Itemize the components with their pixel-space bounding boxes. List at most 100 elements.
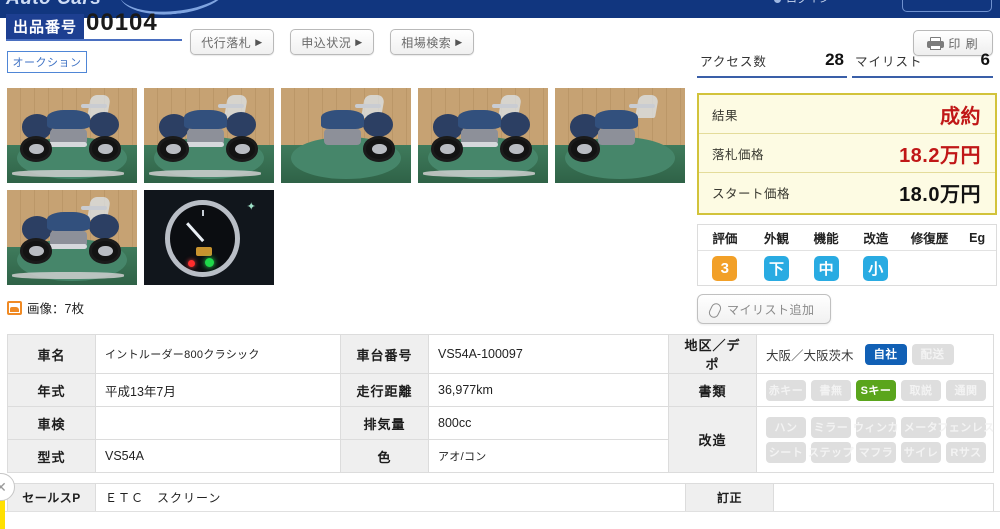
stat-access-count-label: アクセス数	[700, 55, 767, 69]
sales-point-table: セールスP ＥＴＣ スクリーン 訂正	[7, 483, 994, 512]
thumbnail-7-speedometer[interactable]: ✦	[144, 190, 274, 285]
lot-header: 出品番号 00104 代行落札 ▶ 申込状況 ▶ 相場検索 ▶ 印 刷	[0, 9, 1000, 56]
stat-access-count: アクセス数 28	[697, 44, 847, 78]
nav-button-market-search[interactable]: 相場検索 ▶	[390, 29, 474, 55]
spec-key-type: 型式	[7, 439, 96, 473]
spec-key-modifications: 改造	[668, 406, 757, 473]
grade-header-function: 機能	[813, 232, 839, 246]
grade-header-evaluation: 評価	[712, 232, 738, 246]
login-status: ログイン	[774, 0, 830, 6]
grade-value-modification-cell: 小	[851, 256, 901, 281]
login-status-label: ログイン	[786, 0, 830, 5]
table-row: セールスP ＥＴＣ スクリーン 訂正	[7, 483, 994, 512]
page-root: Auto Cars ログイン 出品番号 00104 代行落札 ▶ 申込状況 ▶ …	[0, 0, 1000, 529]
chip-handle[interactable]: ハン	[766, 416, 806, 438]
result-row-final-price: 落札価格 18.2万円	[699, 134, 995, 173]
spec-value-documents: 赤キー 書無 Sキー 取説 通関	[756, 373, 994, 407]
chevron-right-icon: ▶	[355, 36, 363, 47]
image-gallery: ✦	[7, 88, 687, 292]
grade-value-exterior-cell: 下	[752, 256, 802, 281]
gallery-row-1	[7, 88, 687, 183]
gallery-row-2: ✦	[7, 190, 687, 285]
spec-value-chassis-number: VS54A-100097	[428, 334, 669, 374]
spec-value-mileage: 36,977km	[428, 373, 669, 407]
stat-mylist-count-label: マイリスト	[855, 55, 923, 69]
grade-badge-modification: 小	[863, 256, 889, 281]
stat-mylist-count: マイリスト 6	[852, 44, 993, 78]
modification-chip-row-2: シート ステップ マフラ サイレ Rサス	[766, 441, 986, 463]
result-start-price-value: 18.0万円	[899, 184, 981, 206]
tab-auction[interactable]: オークション	[7, 51, 87, 73]
thumbnail-4[interactable]	[418, 88, 548, 183]
grade-value-row: 3 下 中 小	[698, 251, 996, 286]
spec-key-mileage: 走行距離	[340, 373, 429, 407]
grade-badge-exterior: 下	[763, 256, 789, 281]
chip-no-documents[interactable]: 書無	[811, 379, 851, 401]
thumbnail-6[interactable]	[7, 190, 137, 285]
chevron-right-icon: ▶	[255, 36, 263, 47]
nav-button-application-status[interactable]: 申込状況 ▶	[290, 29, 374, 55]
correction-value	[773, 483, 994, 512]
chip-meter[interactable]: メータ	[901, 416, 941, 438]
chip-own-company[interactable]: 自社	[864, 343, 907, 365]
chip-winker[interactable]: ウィンカ	[853, 416, 899, 438]
chip-seat[interactable]: シート	[766, 441, 806, 463]
spec-key-area-depot: 地区／デポ	[668, 334, 757, 374]
stats-row: アクセス数 28 マイリスト 6	[697, 44, 993, 78]
spec-value-displacement: 800cc	[428, 406, 669, 440]
nav-button-proxy-bid[interactable]: 代行落札 ▶	[190, 29, 274, 55]
chip-step[interactable]: ステップ	[808, 441, 854, 463]
grade-header-exterior: 外観	[763, 232, 789, 246]
spec-value-modifications: ハン ミラー ウィンカ メータ フェンレス シート ステップ マフラ サイレ R…	[756, 406, 994, 473]
spec-key-color: 色	[340, 439, 429, 473]
clip-icon	[708, 302, 721, 317]
image-count: 画像：7枚	[7, 298, 84, 317]
spec-value-type: VS54A	[95, 439, 341, 473]
grade-header-modification: 改造	[863, 232, 889, 246]
chip-spare-key[interactable]: Sキー	[856, 379, 896, 401]
add-to-mylist-button[interactable]: マイリスト追加	[697, 294, 831, 324]
sales-point-label: セールスP	[7, 483, 96, 512]
result-start-price-label: スタート価格	[712, 187, 791, 201]
bottom-pane	[5, 511, 1000, 529]
sales-point-value: ＥＴＣ スクリーン	[95, 483, 686, 512]
spec-key-model-name: 車名	[7, 334, 96, 374]
chip-mirror[interactable]: ミラー	[811, 416, 851, 438]
table-row: 車検 排気量 800cc 改造 ハン ミラー ウィンカ メータ フェンレス シー…	[7, 406, 994, 473]
result-final-price-label: 落札価格	[712, 147, 765, 162]
correction-label: 訂正	[685, 483, 774, 512]
chip-red-key[interactable]: 赤キー	[766, 379, 806, 401]
nav-button-market-search-label: 相場検索	[401, 35, 452, 50]
chip-rear-suspension[interactable]: Rサス	[946, 441, 986, 463]
thumbnail-1[interactable]	[7, 88, 137, 183]
result-row-start-price: スタート価格 18.0万円	[699, 173, 995, 212]
area-depot-text: 大阪／大阪茨木	[766, 348, 854, 363]
chip-silencer[interactable]: サイレ	[901, 441, 941, 463]
user-icon	[774, 0, 781, 3]
chip-delivery[interactable]: 配送	[911, 343, 954, 365]
stat-access-count-value: 28	[825, 50, 844, 69]
image-count-label: 画像：7枚	[27, 302, 84, 316]
thumbnail-3[interactable]	[281, 88, 411, 183]
spec-key-chassis-number: 車台番号	[340, 334, 429, 374]
spec-value-inspection	[95, 406, 341, 440]
chip-manual[interactable]: 取説	[901, 379, 941, 401]
result-outcome-label: 結果	[712, 108, 739, 123]
lot-number-value: 00104	[86, 9, 158, 36]
topbar-action-button[interactable]	[902, 0, 992, 12]
spec-table: 車名 イントルーダー800クラシック 車台番号 VS54A-100097 地区／…	[7, 334, 994, 473]
chevron-right-icon: ▶	[455, 36, 463, 47]
result-final-price-value: 18.2万円	[899, 144, 981, 167]
spec-key-displacement: 排気量	[340, 406, 429, 440]
spec-value-year: 平成13年7月	[95, 373, 341, 407]
grade-header-engine: Eg	[969, 230, 986, 245]
table-row: 車名 イントルーダー800クラシック 車台番号 VS54A-100097 地区／…	[7, 334, 994, 374]
lot-underline	[6, 39, 182, 41]
chip-fenderless[interactable]: フェンレス	[937, 416, 994, 438]
image-icon	[7, 300, 22, 315]
chip-muffler[interactable]: マフラ	[856, 441, 896, 463]
thumbnail-2[interactable]	[144, 88, 274, 183]
thumbnail-5[interactable]	[555, 88, 685, 183]
chip-customs[interactable]: 通関	[946, 379, 986, 401]
grade-header-repair-history: 修復歴	[910, 232, 949, 246]
